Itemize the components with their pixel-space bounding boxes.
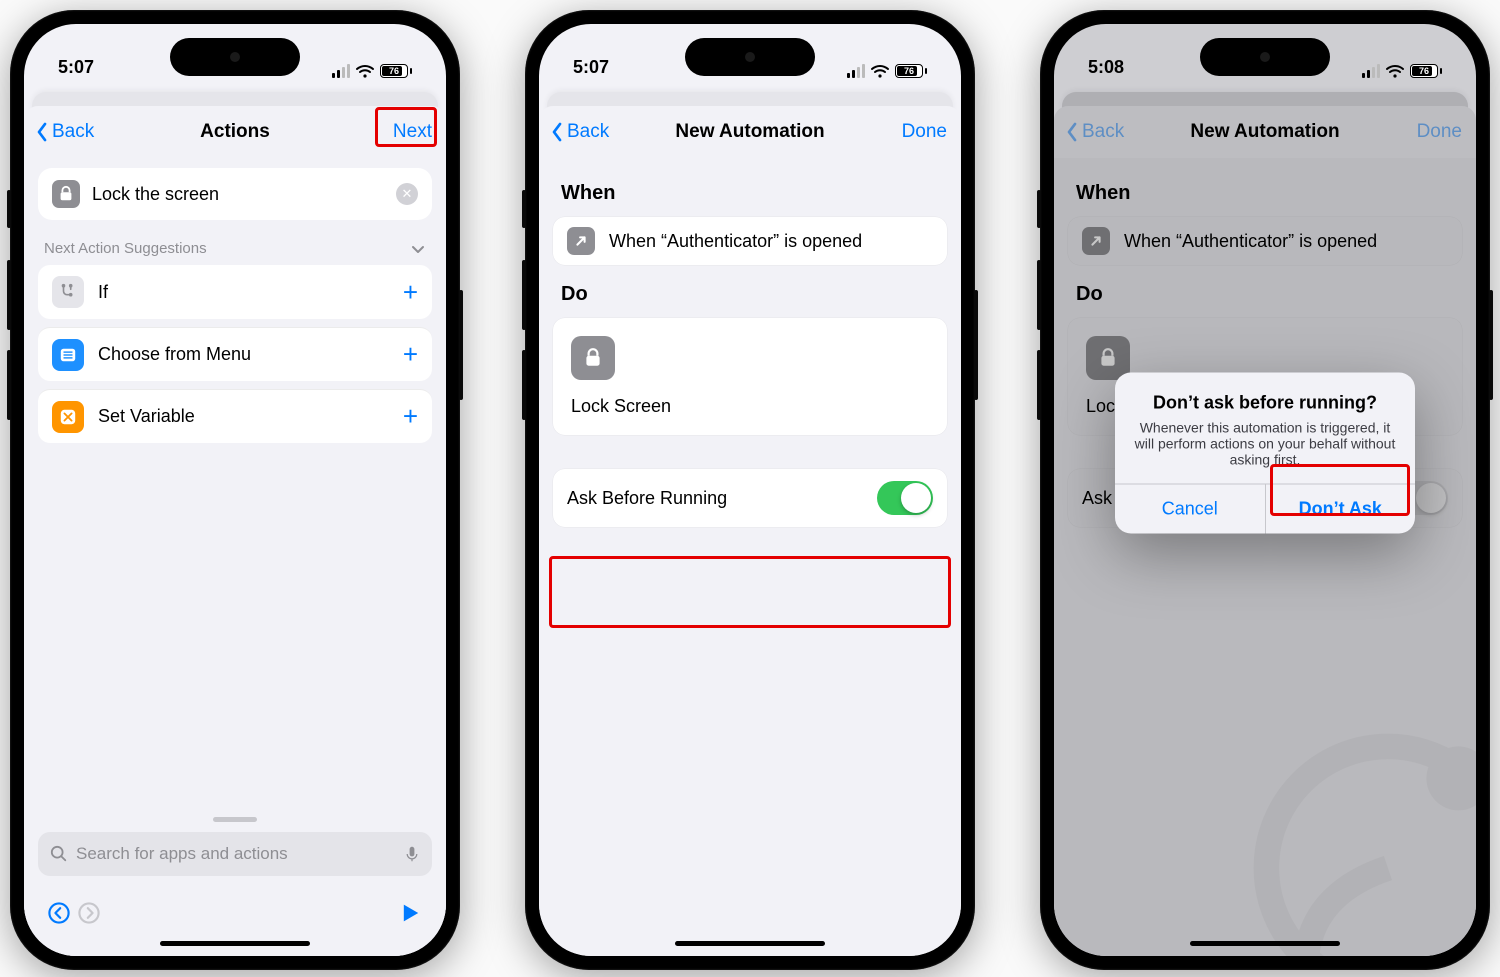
nav-title: New Automation — [675, 121, 824, 143]
ask-before-running-row[interactable]: Ask Before Running — [553, 469, 947, 527]
dynamic-island — [170, 38, 300, 76]
chevron-left-icon — [36, 122, 48, 142]
add-icon[interactable]: + — [403, 277, 418, 308]
navbar: Back New Automation Done — [539, 106, 961, 158]
suggestion-var[interactable]: Set Variable + — [38, 389, 432, 443]
cellular-icon — [1362, 64, 1380, 78]
mic-icon[interactable] — [404, 844, 420, 864]
branch-icon — [52, 276, 84, 308]
drag-handle[interactable] — [213, 817, 257, 822]
when-row[interactable]: When “Authenticator” is opened — [553, 217, 947, 265]
lock-icon — [52, 180, 80, 208]
alert: Don’t ask before running? Whenever this … — [1115, 372, 1415, 533]
open-app-icon — [567, 227, 595, 255]
do-card[interactable]: Lock Screen — [553, 318, 947, 435]
chevron-down-icon[interactable] — [410, 242, 426, 256]
back-button[interactable]: Back — [551, 106, 609, 158]
suggestion-menu[interactable]: Choose from Menu + — [38, 327, 432, 381]
home-indicator[interactable] — [1190, 941, 1340, 946]
status-time: 5:08 — [1088, 57, 1124, 78]
next-button[interactable]: Next — [393, 106, 432, 158]
do-header: Do — [561, 283, 939, 306]
wifi-icon — [871, 64, 889, 78]
dynamic-island — [685, 38, 815, 76]
suggestions-header: Next Action Suggestions — [44, 240, 426, 257]
navbar: Back Actions Next — [24, 106, 446, 158]
done-button[interactable]: Done — [902, 106, 947, 158]
wifi-icon — [1386, 64, 1404, 78]
status-time: 5:07 — [573, 57, 609, 78]
clear-icon[interactable]: ✕ — [396, 183, 418, 205]
alert-confirm-button[interactable]: Don’t Ask — [1265, 484, 1416, 533]
cellular-icon — [332, 64, 350, 78]
add-icon[interactable]: + — [403, 401, 418, 432]
suggestion-if[interactable]: If + — [38, 265, 432, 319]
back-button[interactable]: Back — [36, 106, 94, 158]
bottom-search[interactable]: Search for apps and actions — [38, 832, 432, 876]
home-indicator[interactable] — [675, 941, 825, 946]
undo-button[interactable] — [44, 898, 74, 928]
ask-toggle[interactable] — [877, 481, 933, 515]
search-icon — [50, 845, 68, 863]
when-header: When — [561, 182, 939, 205]
phone-1: 5:07 76 Back Actions Next Lock — [10, 10, 460, 970]
dynamic-island — [1200, 38, 1330, 76]
nav-title: Actions — [200, 121, 270, 143]
battery-icon: 76 — [380, 64, 412, 78]
alert-title: Don’t ask before running? — [1133, 392, 1397, 413]
battery-icon: 76 — [895, 64, 927, 78]
chevron-left-icon — [551, 122, 563, 142]
search-value: Lock the screen — [92, 184, 384, 205]
menu-icon — [52, 339, 84, 371]
wifi-icon — [356, 64, 374, 78]
cellular-icon — [847, 64, 865, 78]
phone-3: 5:08 76 Back New Automation Done When — [1040, 10, 1490, 970]
status-time: 5:07 — [58, 57, 94, 78]
alert-message: Whenever this automation is triggered, i… — [1133, 419, 1397, 467]
redo-button — [74, 898, 104, 928]
variable-icon — [52, 401, 84, 433]
home-indicator[interactable] — [160, 941, 310, 946]
lock-icon — [571, 336, 615, 380]
action-search-pill[interactable]: Lock the screen ✕ — [38, 168, 432, 220]
phone-2: 5:07 76 Back New Automation Done When — [525, 10, 975, 970]
add-icon[interactable]: + — [403, 339, 418, 370]
alert-cancel-button[interactable]: Cancel — [1115, 484, 1265, 533]
battery-icon: 76 — [1410, 64, 1442, 78]
run-button[interactable] — [396, 898, 426, 928]
